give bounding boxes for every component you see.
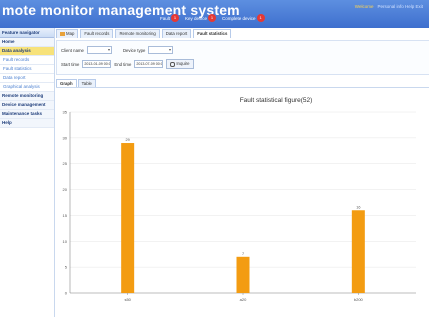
tab-map[interactable]: Map xyxy=(56,29,79,38)
chart-area: Fault statistical figure(52) 0 5 10 15 20 25 3… xyxy=(56,87,429,317)
bar-a20[interactable] xyxy=(236,256,250,293)
device-type-label: Device type xyxy=(122,47,146,53)
alert-fault[interactable]: Fault 1 xyxy=(160,14,180,22)
fault-statistics-chart: Fault statistical figure(52) 0 5 10 15 20 25 3… xyxy=(63,97,416,302)
tab-label: Fault statistics xyxy=(197,31,228,36)
filter-row-1: Client name Device type xyxy=(61,46,174,54)
alert-label: Fault xyxy=(160,15,171,21)
bar-b200[interactable] xyxy=(351,210,365,293)
sidebar-item-data-analysis[interactable]: Data analysis xyxy=(0,47,54,56)
client-name-label: Client name xyxy=(61,47,84,53)
chevron-down-icon xyxy=(107,49,110,51)
alert-bar: Fault 1 Key device 1 Complete device 1 xyxy=(160,14,265,22)
end-time-input[interactable]: 2013-07-09 00:00:00 xyxy=(134,60,164,68)
sidebar-item-home[interactable]: Home xyxy=(0,38,54,47)
sidebar-item-maintenance-tasks[interactable]: Maintenance tasks xyxy=(0,110,54,119)
home-icon xyxy=(60,32,65,36)
user-area: Welcome Personal info Help Exit xyxy=(355,4,423,9)
tab-fault-records[interactable]: Fault records xyxy=(80,29,114,38)
sidebar-item-data-report[interactable]: Data report xyxy=(0,74,54,83)
end-time-label: End time xyxy=(114,61,132,67)
tab-label: Fault records xyxy=(84,31,110,36)
y-tick-label: 10 xyxy=(63,239,68,244)
y-tick-label: 25 xyxy=(63,161,68,166)
sidebar-item-graphical-analysis[interactable]: Graphical analysis xyxy=(0,83,54,92)
tab-label: Map xyxy=(66,31,75,36)
alert-complete-device[interactable]: Complete device 1 xyxy=(222,14,265,22)
sidebar-item-help[interactable]: Help xyxy=(0,119,54,128)
sidebar-item-fault-records[interactable]: Fault records xyxy=(0,56,54,65)
y-tick-label: 30 xyxy=(63,135,68,140)
tab-data-report[interactable]: Data report xyxy=(161,29,192,38)
y-tick-label: 0 xyxy=(65,291,68,296)
y-tick-label: 5 xyxy=(65,265,68,270)
tab-remote-monitoring[interactable]: Remote monitoring xyxy=(115,29,160,38)
sidebar-item-device-management[interactable]: Device management xyxy=(0,101,54,110)
device-type-select[interactable] xyxy=(148,46,174,54)
alert-label: Complete device xyxy=(222,15,256,21)
user-links[interactable]: Personal info Help Exit xyxy=(377,4,423,9)
app-frame: mote monitor management system Fault 1 K… xyxy=(0,0,429,317)
x-tick-label: a20 xyxy=(240,297,247,302)
tab-strip: Map Fault records Remote monitoring Data… xyxy=(56,29,232,38)
sidebar: Feature navigator Home Data analysis Fau… xyxy=(0,28,55,317)
alert-count-badge: 1 xyxy=(256,14,265,22)
chevron-down-icon xyxy=(169,49,172,51)
filter-row-2: Start time 2013-01-09 00:00:00 End time … xyxy=(61,59,194,69)
bar-value-label: 7 xyxy=(242,252,244,256)
bar-value-label: 29 xyxy=(126,138,130,142)
y-tick-label: 20 xyxy=(63,187,68,192)
chart-title: Fault statistical figure(52) xyxy=(240,97,313,104)
sidebar-header[interactable]: Feature navigator xyxy=(0,28,54,38)
inquire-button[interactable]: Inquire xyxy=(166,59,194,69)
start-time-label: Start time xyxy=(61,61,80,67)
x-tick-label: s50 xyxy=(124,297,131,302)
sidebar-item-fault-statistics[interactable]: Fault statistics xyxy=(0,65,54,74)
tab-fault-statistics[interactable]: Fault statistics xyxy=(193,29,232,38)
start-time-input[interactable]: 2013-01-09 00:00:00 xyxy=(82,60,112,68)
client-name-select[interactable] xyxy=(86,46,112,54)
bar-s50[interactable] xyxy=(121,143,135,293)
bar-value-label: 16 xyxy=(356,205,360,209)
app-header: mote monitor management system Fault 1 K… xyxy=(0,0,429,28)
user-welcome[interactable]: Welcome xyxy=(355,4,374,9)
y-tick-label: 15 xyxy=(63,213,68,218)
sidebar-item-remote-monitoring[interactable]: Remote monitoring xyxy=(0,92,54,101)
tab-label: Data report xyxy=(165,31,188,36)
alert-label: Key device xyxy=(185,15,208,21)
alert-key-device[interactable]: Key device 1 xyxy=(185,14,217,22)
y-tick-label: 35 xyxy=(63,110,68,115)
tab-label: Remote monitoring xyxy=(119,31,156,36)
filter-panel: Client name Device type Start time 2013-… xyxy=(56,40,429,75)
x-tick-label: b200 xyxy=(354,297,364,302)
alert-count-badge: 1 xyxy=(208,14,217,22)
alert-count-badge: 1 xyxy=(171,14,180,22)
search-icon xyxy=(170,61,176,67)
